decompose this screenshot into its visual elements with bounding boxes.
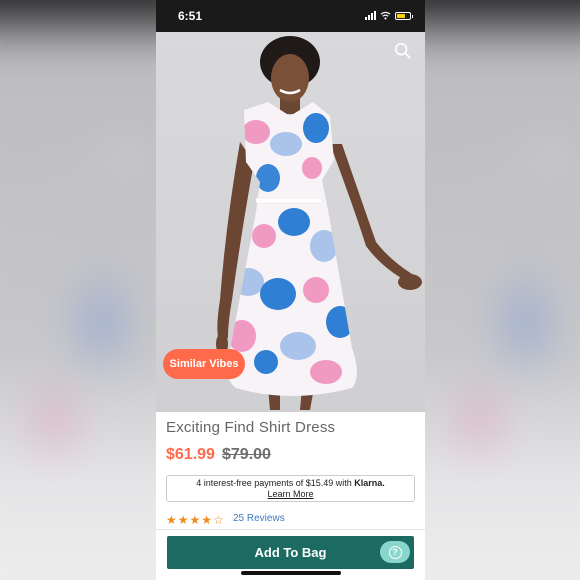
help-icon: ? bbox=[388, 545, 402, 559]
product-title: Exciting Find Shirt Dress bbox=[166, 419, 336, 436]
rating-stars: ★ ★ ★ ★ ☆ bbox=[166, 513, 224, 527]
star-icon: ★ bbox=[201, 513, 213, 527]
home-indicator bbox=[241, 571, 341, 575]
sale-price: $61.99 bbox=[166, 446, 215, 463]
blurred-background-right bbox=[424, 0, 580, 580]
star-icon: ★ bbox=[189, 513, 201, 527]
search-icon[interactable] bbox=[394, 42, 412, 60]
klarna-message: 4 interest-free payments of $15.49 with bbox=[196, 478, 355, 488]
signal-icon bbox=[365, 11, 376, 20]
reviews-link[interactable]: 25 Reviews bbox=[233, 513, 285, 524]
status-bar: 6:51 bbox=[156, 0, 425, 32]
similar-vibes-button[interactable]: Similar Vibes bbox=[163, 349, 245, 379]
original-price: $79.00 bbox=[222, 446, 271, 463]
phone-screen: 6:51 Similar Vibes Exciting Find Shirt D… bbox=[156, 0, 425, 580]
klarna-banner[interactable]: 4 interest-free payments of $15.49 with … bbox=[166, 475, 415, 502]
wifi-icon bbox=[380, 11, 391, 20]
status-icons bbox=[365, 11, 413, 20]
star-icon: ☆ bbox=[213, 513, 224, 527]
add-to-bag-button[interactable]: Add To Bag bbox=[167, 536, 414, 569]
divider bbox=[156, 529, 425, 530]
klarna-learn-more-link[interactable]: Learn More bbox=[267, 489, 313, 499]
star-icon: ★ bbox=[177, 513, 189, 527]
status-time: 6:51 bbox=[178, 9, 203, 23]
klarna-brand: Klarna. bbox=[354, 478, 385, 488]
help-button[interactable]: ? bbox=[380, 541, 410, 563]
battery-fill bbox=[397, 13, 405, 18]
battery-icon bbox=[395, 11, 413, 20]
product-image[interactable]: Similar Vibes bbox=[156, 32, 425, 412]
blurred-background-left bbox=[0, 0, 156, 580]
star-icon: ★ bbox=[166, 513, 177, 527]
